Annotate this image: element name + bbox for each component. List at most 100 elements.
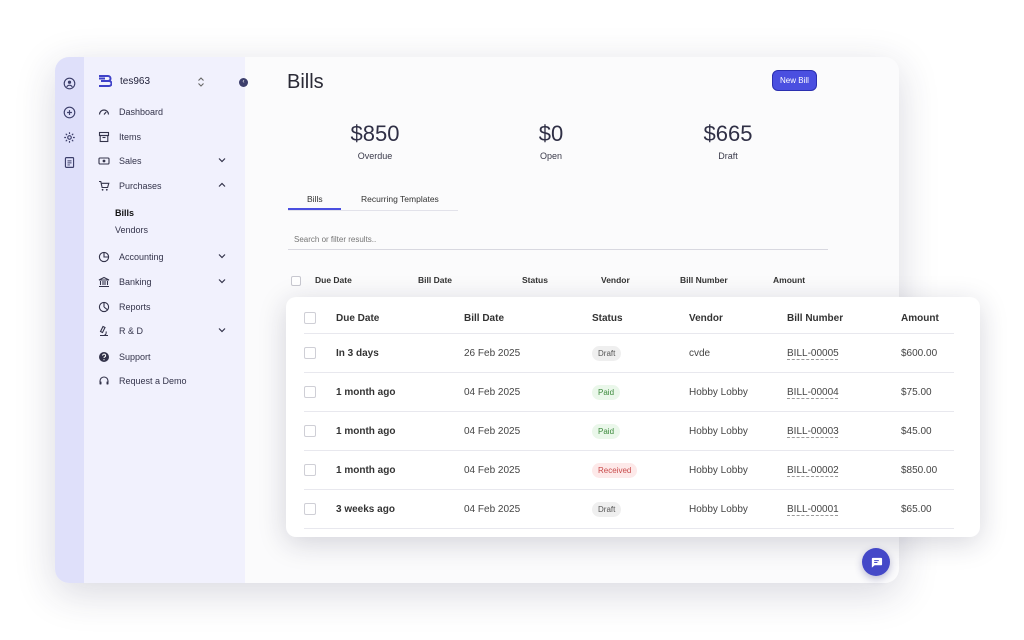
row-checkbox[interactable]: [304, 347, 316, 359]
bill-date-cell: 04 Feb 2025: [464, 411, 592, 451]
bill-number-link[interactable]: BILL-00002: [787, 465, 839, 476]
status-cell: Received: [592, 450, 689, 490]
bank-icon: [98, 276, 110, 288]
column-header-bill-date[interactable]: Bill Date: [418, 275, 452, 285]
table-row[interactable]: 1 month ago 04 Feb 2025 Paid Hobby Lobby…: [304, 372, 954, 412]
user-circle-icon[interactable]: [62, 76, 76, 90]
sidebar-item-sales[interactable]: Sales: [98, 152, 234, 170]
sidebar-item-label: R & D: [119, 326, 144, 336]
status-badge: Paid: [592, 384, 621, 400]
sidebar-item-request-demo[interactable]: Request a Demo: [98, 372, 234, 390]
sidebar-item-support[interactable]: Support: [98, 348, 234, 366]
plus-circle-icon[interactable]: [62, 105, 76, 119]
stat-open: $0 Open: [491, 121, 611, 161]
due-date-cell: In 3 days: [336, 333, 464, 373]
gear-icon[interactable]: [62, 130, 76, 144]
status-badge: Received: [592, 462, 638, 478]
row-checkbox[interactable]: [304, 503, 316, 515]
column-header-bill-number[interactable]: Bill Number: [680, 275, 728, 285]
icon-rail: [55, 57, 84, 583]
due-date-cell: 1 month ago: [336, 411, 464, 451]
help-icon: [98, 351, 110, 363]
sidebar-subitem-vendors[interactable]: Vendors: [115, 225, 148, 235]
bill-date-cell: 26 Feb 2025: [464, 333, 592, 373]
chevron-down-icon: [218, 279, 226, 284]
bill-number-link[interactable]: BILL-00001: [787, 504, 839, 515]
bill-number-link[interactable]: BILL-00005: [787, 348, 839, 359]
table-row[interactable]: 1 month ago 04 Feb 2025 Paid Hobby Lobby…: [304, 411, 954, 451]
column-header-bill-number[interactable]: Bill Number: [787, 303, 901, 334]
column-header-status[interactable]: Status: [522, 275, 548, 285]
sidebar-subitem-bills[interactable]: Bills: [115, 208, 134, 218]
row-checkbox[interactable]: [304, 425, 316, 437]
stat-label: Overdue: [357, 151, 393, 161]
sidebar-item-label: Reports: [119, 302, 151, 312]
column-header-status[interactable]: Status: [592, 303, 689, 334]
chevron-updown-icon[interactable]: [197, 77, 205, 87]
sidebar-item-label: Support: [119, 352, 151, 362]
column-header-amount[interactable]: Amount: [901, 303, 954, 334]
column-header-due-date[interactable]: Due Date: [336, 303, 464, 334]
row-checkbox[interactable]: [304, 464, 316, 476]
sidebar-item-label: Purchases: [119, 181, 162, 191]
sidebar-item-dashboard[interactable]: Dashboard: [98, 103, 234, 121]
chevron-down-icon: [218, 254, 226, 259]
due-date-cell: 1 month ago: [336, 450, 464, 490]
sidebar-item-accounting[interactable]: Accounting: [98, 248, 234, 266]
headset-icon: [98, 375, 110, 387]
table-row[interactable]: 3 weeks ago 04 Feb 2025 Draft Hobby Lobb…: [304, 489, 954, 529]
sidebar-item-reports[interactable]: Reports: [98, 298, 234, 316]
search-input[interactable]: [288, 230, 828, 250]
row-select-cell: [304, 411, 336, 451]
table-row[interactable]: 1 month ago 04 Feb 2025 Received Hobby L…: [304, 450, 954, 490]
row-select-cell: [304, 450, 336, 490]
bill-number-link[interactable]: BILL-00004: [787, 387, 839, 398]
due-date-cell: 3 weeks ago: [336, 489, 464, 529]
column-header-vendor[interactable]: Vendor: [689, 303, 787, 334]
bill-date-cell: 04 Feb 2025: [464, 372, 592, 412]
table-row[interactable]: In 3 days 26 Feb 2025 Draft cvde BILL-00…: [304, 333, 954, 373]
new-bill-button[interactable]: New Bill: [772, 70, 817, 91]
tab-bar: Bills Recurring Templates: [288, 188, 458, 211]
row-checkbox[interactable]: [304, 386, 316, 398]
sidebar-item-label: Request a Demo: [119, 376, 187, 386]
report-icon: [98, 301, 110, 313]
sidebar-item-purchases[interactable]: Purchases: [98, 177, 234, 195]
column-header-vendor[interactable]: Vendor: [601, 275, 630, 285]
active-tab-indicator: [288, 208, 341, 210]
bill-number-link[interactable]: BILL-00003: [787, 426, 839, 437]
stat-draft: $665 Draft: [668, 121, 788, 161]
amount-cell: $600.00: [901, 333, 954, 373]
select-all-checkbox[interactable]: [304, 312, 316, 324]
pie-icon: [98, 251, 110, 263]
org-brand[interactable]: tes963: [98, 75, 150, 87]
archive-icon: [98, 131, 110, 143]
sidebar-item-banking[interactable]: Banking: [98, 273, 234, 291]
bill-number-cell: BILL-00004: [787, 372, 901, 412]
chevron-down-icon: [218, 328, 226, 333]
org-name: tes963: [120, 75, 151, 87]
stat-overdue: $850 Overdue: [315, 121, 435, 161]
sidebar-item-label: Sales: [119, 156, 142, 166]
column-header-bill-date[interactable]: Bill Date: [464, 303, 592, 334]
column-header-amount[interactable]: Amount: [773, 275, 805, 285]
sidebar-item-label: Accounting: [119, 252, 164, 262]
logo-icon: [99, 75, 112, 87]
document-icon[interactable]: [62, 155, 76, 169]
select-all-cell: [304, 303, 336, 334]
tab-recurring-templates[interactable]: Recurring Templates: [361, 194, 439, 204]
stat-value: $850: [350, 121, 400, 146]
bill-date-cell: 04 Feb 2025: [464, 489, 592, 529]
stat-label: Draft: [718, 151, 738, 161]
chat-button[interactable]: [862, 548, 890, 576]
sidebar: tes963 ‹ Dashboard Items Sales Purchases…: [84, 57, 248, 583]
select-all-checkbox[interactable]: [291, 276, 301, 286]
vendor-cell: Hobby Lobby: [689, 450, 787, 490]
row-select-cell: [304, 372, 336, 412]
status-cell: Draft: [592, 489, 689, 529]
tab-bills[interactable]: Bills: [307, 194, 323, 204]
column-header-due-date[interactable]: Due Date: [315, 275, 352, 285]
sidebar-item-items[interactable]: Items: [98, 128, 234, 146]
sidebar-item-rd[interactable]: R & D: [98, 322, 234, 340]
sidebar-item-label: Dashboard: [119, 107, 164, 117]
